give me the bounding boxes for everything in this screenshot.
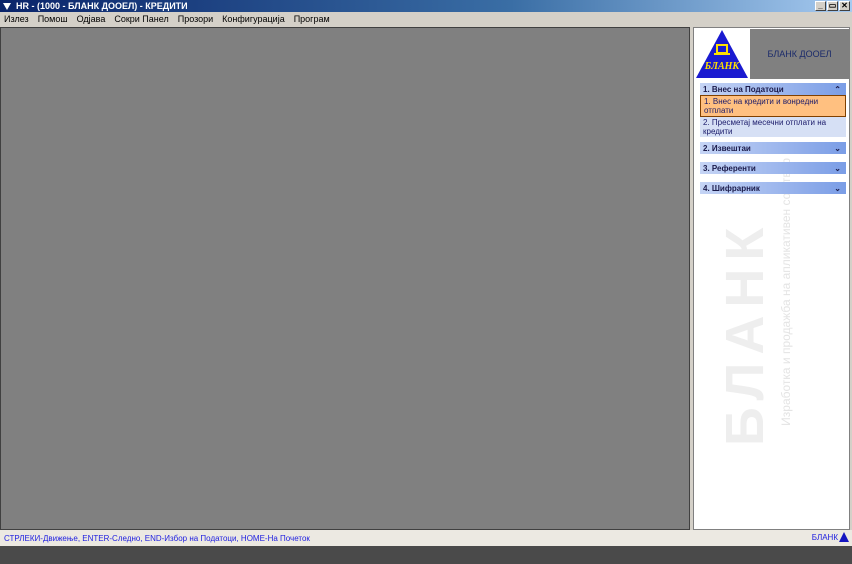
group-label: 4. Шифрарник (703, 183, 760, 193)
data-entry-items: 1. Внес на кредити и вонредни отплати 2.… (700, 95, 846, 137)
taskbar-area (0, 546, 852, 564)
minimize-button[interactable]: _ (815, 1, 826, 11)
window-title: HR - (1000 - БЛАНК ДООЕЛ) - КРЕДИТИ (16, 1, 188, 11)
chevron-down-double-icon[interactable]: ⌄ (834, 144, 841, 153)
watermark-subtitle: Изработка и продажба на апликативен софт… (779, 158, 793, 426)
group-label: 2. Извештаи (703, 143, 751, 153)
status-hint: СТРЛЕКИ-Движење, ENTER-Следно, END-Избор… (4, 533, 310, 543)
mdi-workspace (0, 27, 690, 530)
status-bar: СТРЛЕКИ-Движење, ENTER-Следно, END-Избор… (0, 530, 852, 546)
title-bar: HR - (1000 - БЛАНК ДООЕЛ) - КРЕДИТИ _ ▭ … (0, 0, 852, 12)
group-label: 3. Референти (703, 163, 756, 173)
brand-logo-icon (839, 532, 849, 542)
chevron-down-double-icon[interactable]: ⌄ (834, 164, 841, 173)
menu-program[interactable]: Програм (294, 14, 330, 24)
menu-configuration[interactable]: Конфигурација (222, 14, 285, 24)
company-logo: БЛАНК (696, 30, 748, 78)
company-name: БЛАНК ДООЕЛ (750, 29, 849, 79)
group-codebook[interactable]: 4. Шифрарник ⌄ (700, 182, 846, 194)
chevron-down-double-icon[interactable]: ⌄ (834, 184, 841, 193)
menu-logout[interactable]: Одјава (77, 14, 106, 24)
svg-text:БЛАНК: БЛАНК (704, 61, 741, 72)
restore-button[interactable]: ▭ (827, 1, 838, 11)
menu-windows[interactable]: Прозори (178, 14, 213, 24)
menu-exit[interactable]: Излез (4, 14, 29, 24)
group-data-entry[interactable]: 1. Внес на Податоци ⌃ (700, 83, 846, 95)
group-label: 1. Внес на Податоци (703, 84, 784, 94)
close-button[interactable]: ✕ (839, 1, 850, 11)
item-loan-entry[interactable]: 1. Внес на кредити и вонредни отплати (700, 95, 846, 117)
chevron-up-double-icon[interactable]: ⌃ (834, 85, 841, 94)
menu-bar: Излез Помош Одјава Сокри Панел Прозори К… (0, 12, 852, 26)
menu-hide-panel[interactable]: Сокри Панел (114, 14, 168, 24)
app-icon[interactable] (3, 2, 11, 10)
menu-help[interactable]: Помош (38, 14, 68, 24)
status-brand: БЛАНК (811, 532, 838, 542)
watermark: БЛАНК (715, 219, 775, 447)
item-monthly-calc[interactable]: 2. Пресметај месечни отплати на кредити (700, 117, 846, 137)
group-referents[interactable]: 3. Референти ⌄ (700, 162, 846, 174)
group-reports[interactable]: 2. Извештаи ⌄ (700, 142, 846, 154)
side-panel: БЛАНК Изработка и продажба на апликативе… (693, 27, 850, 530)
